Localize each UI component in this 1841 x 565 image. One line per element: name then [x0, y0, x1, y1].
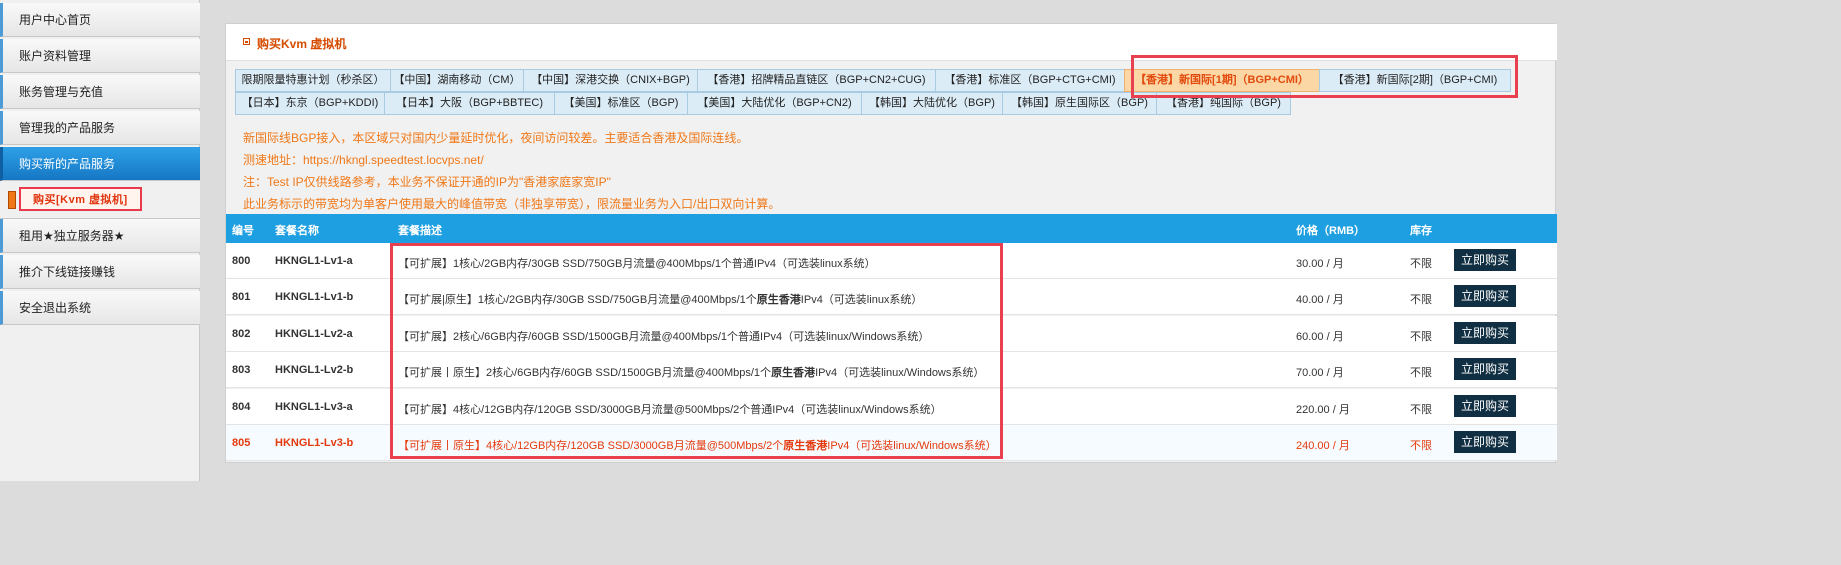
buy-now-button[interactable]: 立即购买	[1454, 322, 1516, 344]
table-row: 800 HKNGL1-Lv1-a 【可扩展】1核心/2GB内存/30GB SSD…	[226, 243, 1557, 279]
tab-hk-new-intl-1[interactable]: 【香港】新国际[1期]（BGP+CMI）	[1124, 69, 1320, 92]
sidebar-item-logout[interactable]: 安全退出系统	[0, 291, 200, 325]
col-price-header: 价格（RMB）	[1296, 225, 1366, 237]
sidebar-item-label: 推介下线链接赚钱	[19, 265, 116, 279]
table-row: 801 HKNGL1-Lv1-b 【可扩展|原生】1核心/2GB内存/30GB …	[226, 279, 1557, 315]
buy-now-button[interactable]: 立即购买	[1454, 395, 1516, 417]
tab-hk-standard[interactable]: 【香港】标准区（BGP+CTG+CMI)	[935, 69, 1125, 92]
plan-description: 【可扩展】1核心/2GB内存/30GB SSD/750GB月流量@400Mbps…	[398, 258, 876, 270]
plan-id: 803	[232, 364, 251, 376]
col-name-header: 套餐名称	[275, 225, 319, 237]
table-row: 805 HKNGL1-Lv3-b 【可扩展丨原生】4核心/12GB内存/120G…	[226, 425, 1557, 461]
buy-now-button[interactable]: 立即购买	[1454, 431, 1516, 453]
tab-flash-sale[interactable]: 限期限量特惠计划（秒杀区）	[235, 69, 391, 92]
plan-name: HKNGL1-Lv1-b	[275, 291, 354, 303]
plan-stock: 不限	[1410, 294, 1432, 306]
plan-description: 【可扩展丨原生】2核心/6GB内存/60GB SSD/1500GB月流量@400…	[398, 367, 985, 379]
sidebar-item-label: 租用★独立服务器★	[19, 229, 125, 243]
sidebar-item-account-profile[interactable]: 账户资料管理	[0, 39, 200, 73]
notice-speedtest: 测速地址：https://hkngl.speedtest.locvps.net/	[243, 153, 484, 167]
plan-id: 805	[232, 437, 251, 449]
plan-id: 804	[232, 401, 251, 413]
sidebar-item-dedicated-server[interactable]: 租用★独立服务器★	[0, 219, 200, 253]
tab-us-standard[interactable]: 【美国】标准区（BGP)	[554, 92, 688, 115]
sidebar-item-label: 安全退出系统	[19, 301, 92, 315]
plan-price: 70.00 / 月	[1296, 367, 1344, 379]
plan-id: 801	[232, 291, 251, 303]
plan-name: HKNGL1-Lv2-b	[275, 364, 354, 376]
sidebar-item-referral[interactable]: 推介下线链接赚钱	[0, 255, 200, 289]
plan-description: 【可扩展丨原生】4核心/12GB内存/120GB SSD/3000GB月流量@5…	[398, 440, 997, 452]
sidebar-item-label: 账务管理与充值	[19, 85, 104, 99]
buy-now-button[interactable]: 立即购买	[1454, 249, 1516, 271]
plan-stock: 不限	[1410, 331, 1432, 343]
col-desc-header: 套餐描述	[398, 225, 442, 237]
plan-price: 60.00 / 月	[1296, 331, 1344, 343]
plan-stock: 不限	[1410, 258, 1432, 270]
sidebar-item-label: 用户中心首页	[19, 13, 92, 27]
tab-jp-osaka[interactable]: 【日本】大阪（BGP+BBTEC)	[384, 92, 555, 115]
notice-bandwidth: 此业务标示的带宽均为单客户使用最大的峰值带宽（非独享带宽），限流量业务为入口/出…	[243, 197, 781, 211]
plan-name: HKNGL1-Lv2-a	[275, 328, 353, 340]
sidebar-subitem-buy-kvm[interactable]: 购买[Kvm 虚拟机]	[0, 181, 200, 219]
tab-jp-tokyo[interactable]: 【日本】东京（BGP+KDDI)	[235, 92, 385, 115]
tab-kr-china-optimized[interactable]: 【韩国】大陆优化（BGP)	[861, 92, 1003, 115]
notice-test-ip: 注：Test IP仅供线路参考，本业务不保证开通的IP为"香港家庭家宽IP"	[243, 175, 611, 189]
window-icon	[243, 38, 250, 45]
table-row: 802 HKNGL1-Lv2-a 【可扩展】2核心/6GB内存/60GB SSD…	[226, 316, 1557, 352]
tab-kr-native-intl[interactable]: 【韩国】原生国际区（BGP)	[1002, 92, 1157, 115]
bookmark-icon	[8, 191, 16, 209]
plan-description: 【可扩展】2核心/6GB内存/60GB SSD/1500GB月流量@400Mbp…	[398, 331, 930, 343]
table-row: 804 HKNGL1-Lv3-a 【可扩展】4核心/12GB内存/120GB S…	[226, 389, 1557, 425]
tab-hk-premium[interactable]: 【香港】招牌精品直链区（BGP+CN2+CUG)	[697, 69, 936, 92]
tab-cn-shenzhen-hk[interactable]: 【中国】深港交换（CNIX+BGP)	[523, 69, 698, 92]
page-title: 购买Kvm 虚拟机	[257, 37, 347, 51]
plan-stock: 不限	[1410, 440, 1432, 452]
buy-now-button[interactable]: 立即购买	[1454, 358, 1516, 380]
plan-price: 240.00 / 月	[1296, 440, 1350, 452]
plan-stock: 不限	[1410, 404, 1432, 416]
sidebar-item-label: 账户资料管理	[19, 49, 92, 63]
notice-line-description: 新国际线BGP接入，本区域只对国内少量延时优化，夜间访问较差。主要适合香港及国际…	[243, 131, 749, 145]
table-header: 编号 套餐名称 套餐描述 价格（RMB） 库存	[226, 214, 1557, 243]
sidebar: 用户中心首页 账户资料管理 账务管理与充值 管理我的产品服务 购买新的产品服务 …	[0, 0, 200, 481]
plan-description: 【可扩展】4核心/12GB内存/120GB SSD/3000GB月流量@500M…	[398, 404, 942, 416]
tab-hk-pure-intl[interactable]: 【香港】纯国际（BGP)	[1156, 92, 1291, 115]
plan-price: 30.00 / 月	[1296, 258, 1344, 270]
plan-id: 800	[232, 255, 251, 267]
plan-stock: 不限	[1410, 367, 1432, 379]
tab-cn-hunan-mobile[interactable]: 【中国】湖南移动（CM）	[390, 69, 524, 92]
tab-hk-new-intl-2[interactable]: 【香港】新国际[2期]（BGP+CMI)	[1319, 69, 1511, 92]
plan-price: 40.00 / 月	[1296, 294, 1344, 306]
sidebar-item-buy-services[interactable]: 购买新的产品服务	[0, 147, 200, 181]
sidebar-item-my-services[interactable]: 管理我的产品服务	[0, 111, 200, 145]
sidebar-item-home[interactable]: 用户中心首页	[0, 3, 200, 37]
plan-name: HKNGL1-Lv3-a	[275, 401, 353, 413]
plan-description: 【可扩展|原生】1核心/2GB内存/30GB SSD/750GB月流量@400M…	[398, 294, 923, 306]
plan-name: HKNGL1-Lv3-b	[275, 437, 354, 449]
buy-now-button[interactable]: 立即购买	[1454, 285, 1516, 307]
main-panel: 购买Kvm 虚拟机 限期限量特惠计划（秒杀区） 【中国】湖南移动（CM） 【中国…	[225, 23, 1557, 463]
tab-us-china-optimized[interactable]: 【美国】大陆优化（BGP+CN2)	[687, 92, 862, 115]
sidebar-item-label: 管理我的产品服务	[19, 121, 116, 135]
panel-header: 购买Kvm 虚拟机	[226, 24, 1557, 61]
plan-name: HKNGL1-Lv1-a	[275, 255, 353, 267]
plan-id: 802	[232, 328, 251, 340]
sidebar-item-label: 购买新的产品服务	[19, 157, 116, 171]
sidebar-item-billing[interactable]: 账务管理与充值	[0, 75, 200, 109]
table-row: 803 HKNGL1-Lv2-b 【可扩展丨原生】2核心/6GB内存/60GB …	[226, 352, 1557, 388]
col-id-header: 编号	[232, 225, 254, 237]
sidebar-subitem-label: 购买[Kvm 虚拟机]	[19, 187, 142, 211]
col-stock-header: 库存	[1410, 225, 1432, 237]
plan-price: 220.00 / 月	[1296, 404, 1350, 416]
